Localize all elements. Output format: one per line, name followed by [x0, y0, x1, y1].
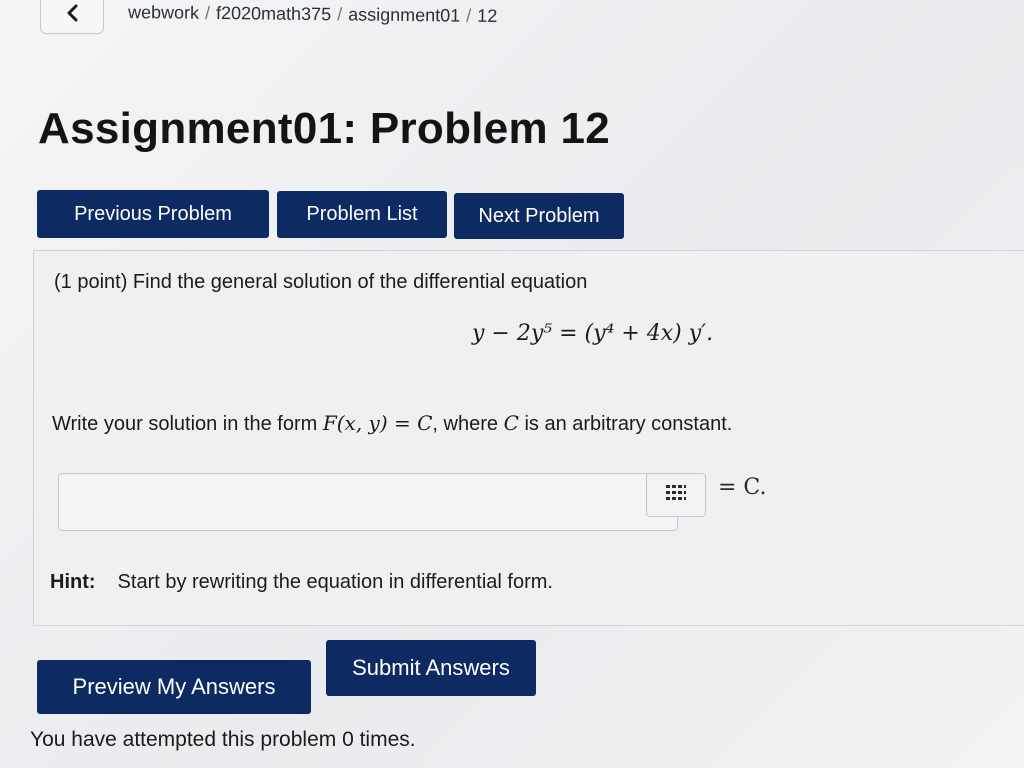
breadcrumb-separator: / — [337, 4, 343, 25]
grid-icon — [665, 484, 687, 507]
breadcrumb-problem: 12 — [477, 5, 498, 26]
instruction-variable: C — [503, 411, 519, 435]
top-bar: webwork / f2020math375/assignment01/12 — [0, 0, 1024, 48]
page-title: Assignment01: Problem 12 — [38, 104, 611, 153]
differential-equation: y − 2y⁵ = (y⁴ + 4x) y′. — [472, 321, 714, 346]
instruction-text: , where — [432, 413, 504, 435]
chevron-left-icon — [65, 4, 79, 22]
problem-list-button[interactable]: Problem List — [277, 191, 447, 238]
instruction-text: Write your solution in the form — [52, 413, 323, 435]
breadcrumb-course[interactable]: f2020math375 — [216, 3, 331, 24]
submit-answers-button[interactable]: Submit Answers — [326, 640, 536, 696]
instruction-form: F(x, y) = C — [322, 411, 433, 435]
hint: Hint: Start by rewriting the equation in … — [50, 571, 553, 594]
next-problem-button[interactable]: Next Problem — [454, 193, 624, 239]
breadcrumb-webwork[interactable]: webwork — [128, 2, 199, 23]
equals-constant: = C. — [718, 475, 767, 500]
hint-text: Start by rewriting the equation in diffe… — [117, 571, 553, 593]
answer-input[interactable] — [58, 473, 678, 531]
breadcrumb: webwork / f2020math375/assignment01/12 — [128, 2, 497, 27]
instruction-text: is an arbitrary constant. — [518, 413, 733, 435]
breadcrumb-separator: / — [466, 5, 472, 26]
breadcrumb-assignment[interactable]: assignment01 — [348, 4, 460, 25]
back-button[interactable] — [40, 0, 104, 34]
answer-instruction: Write your solution in the form F(x, y) … — [52, 411, 732, 436]
preview-answers-button[interactable]: Preview My Answers — [37, 660, 311, 714]
breadcrumb-separator: / — [204, 2, 211, 23]
hint-label: Hint: — [50, 571, 96, 593]
problem-box: (1 point) Find the general solution of t… — [33, 250, 1024, 626]
page: webwork / f2020math375/assignment01/12 Ass… — [0, 0, 1024, 768]
previous-problem-button[interactable]: Previous Problem — [37, 190, 269, 238]
problem-prompt: (1 point) Find the general solution of t… — [54, 271, 588, 293]
attempts-status: You have attempted this problem 0 times. — [30, 728, 416, 751]
math-toolbar-button[interactable] — [646, 473, 706, 517]
